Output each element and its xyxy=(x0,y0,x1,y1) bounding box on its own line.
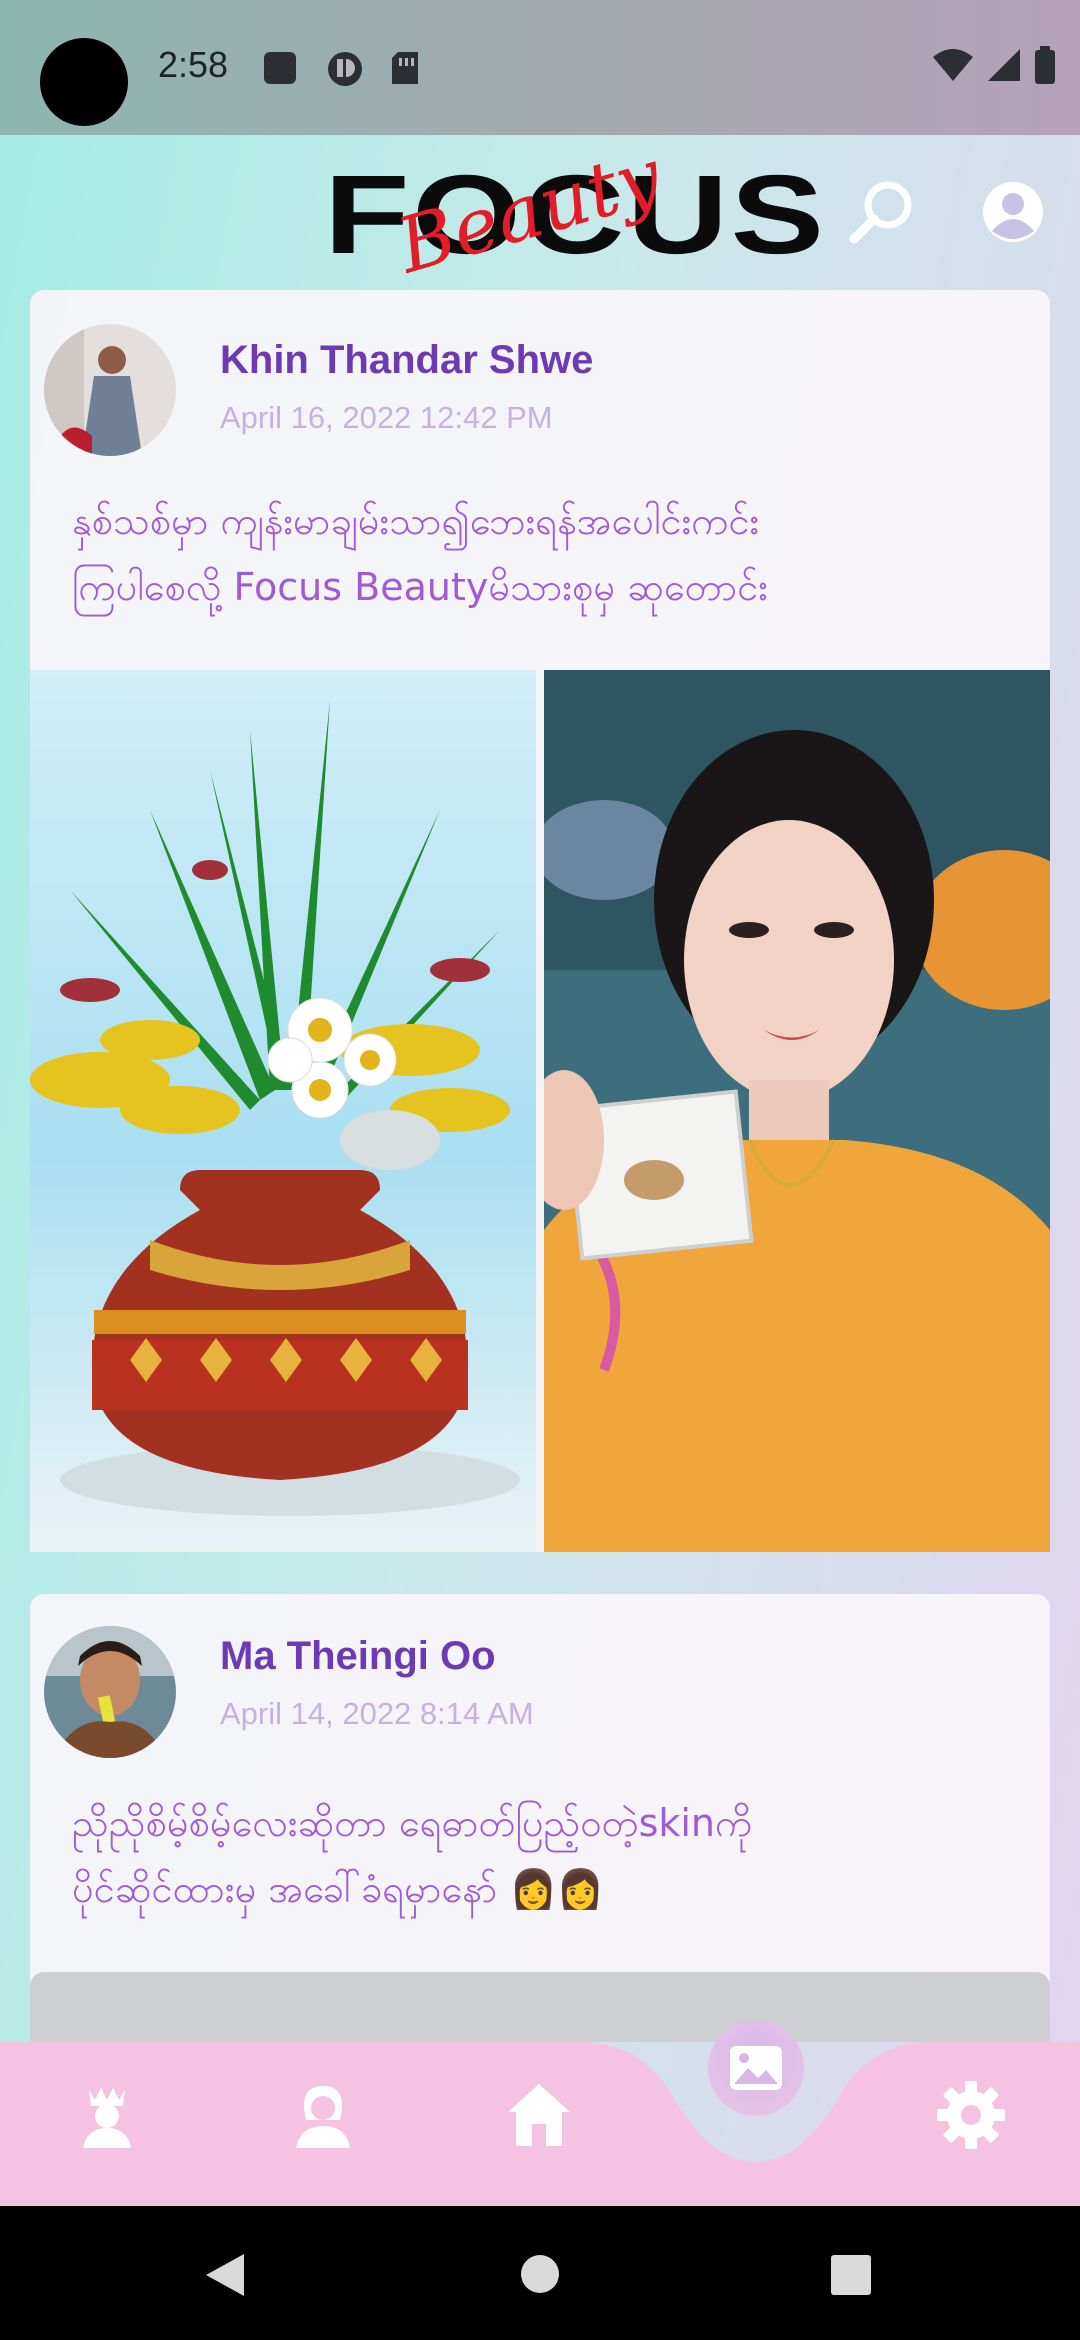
status-time: 2:58 xyxy=(158,44,229,85)
author-name[interactable]: Khin Thandar Shwe xyxy=(220,338,593,383)
system-navigation-bar xyxy=(0,2206,1080,2340)
battery-icon xyxy=(1035,46,1055,84)
wifi-icon xyxy=(933,49,973,81)
settings-icon[interactable] xyxy=(926,2070,1016,2160)
focus-beauty-logo: FOCUS Beauty xyxy=(320,131,824,291)
flower-vase-image[interactable] xyxy=(30,670,536,1552)
app-header: FOCUS Beauty xyxy=(0,131,1080,291)
sd-card-icon xyxy=(264,52,296,84)
author-name[interactable]: Ma Theingi Oo xyxy=(220,1634,496,1679)
queen-icon[interactable] xyxy=(62,2070,152,2160)
avatar[interactable] xyxy=(44,1626,176,1758)
customer-photo-image[interactable] xyxy=(544,670,1050,1552)
account-circle-icon[interactable] xyxy=(978,177,1048,247)
search-icon[interactable] xyxy=(846,177,916,247)
back-icon[interactable] xyxy=(204,2252,246,2298)
avatar[interactable] xyxy=(44,324,176,456)
post-image-placeholder[interactable] xyxy=(30,1972,1050,2042)
post-card[interactable]: Khin Thandar Shwe April 16, 2022 12:42 P… xyxy=(30,290,1050,1552)
caption-line: ညိုညိုစိမ့်စိမ့်လေးဆိုတာ ရေဓာတ်ပြည့်ဝတဲ့… xyxy=(72,1801,753,1845)
sim-icon xyxy=(392,52,418,84)
camera-cutout xyxy=(40,38,128,126)
caption-line: ကြပါစေလို့ Focus Beautyမိသားစုမှ ဆုတောင်… xyxy=(72,565,768,609)
profile-icon[interactable] xyxy=(278,2070,368,2160)
home-icon[interactable] xyxy=(494,2070,584,2160)
app-icon xyxy=(328,52,362,86)
post-date: April 14, 2022 8:14 AM xyxy=(220,1696,534,1731)
recents-icon[interactable] xyxy=(830,2254,872,2296)
status-bar: 2:58 xyxy=(0,0,1080,135)
post-caption: ညိုညိုစိမ့်စိမ့်လေးဆိုတာ ရေဓာတ်ပြည့်ဝတဲ့… xyxy=(72,1790,1022,1922)
caption-line: နှစ်သစ်မှာ ကျန်းမာချမ်းသာ၍ဘေးရန်အပေါင်းက… xyxy=(72,499,760,543)
caption-line: ပိုင်ဆိုင်ထားမှ အခေါ်ခံရမှာနော် 👩👩 xyxy=(72,1867,605,1911)
gallery-icon[interactable] xyxy=(708,2020,804,2116)
signal-icon xyxy=(988,49,1020,81)
home-circle-icon[interactable] xyxy=(520,2254,560,2294)
post-date: April 16, 2022 12:42 PM xyxy=(220,400,553,435)
post-caption: နှစ်သစ်မှာ ကျန်းမာချမ်းသာ၍ဘေးရန်အပေါင်းက… xyxy=(72,488,1022,620)
